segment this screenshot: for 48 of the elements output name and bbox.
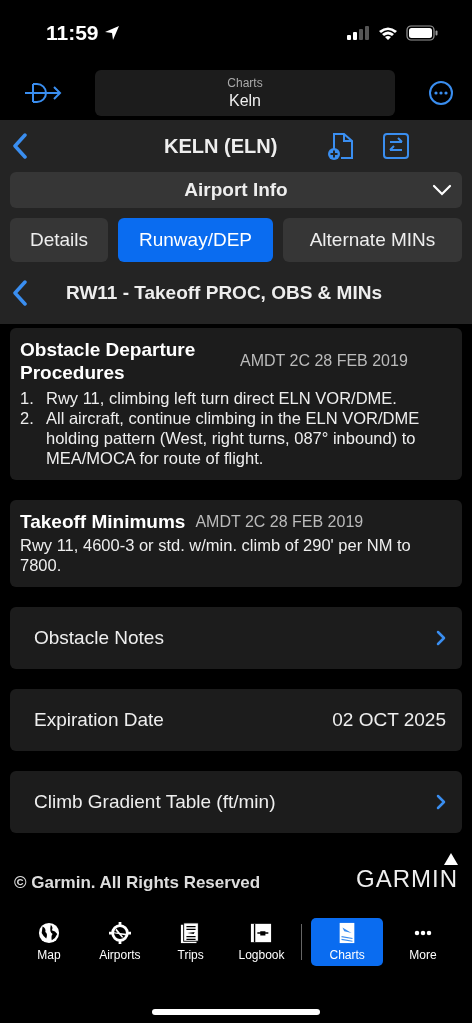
airport-title: KELN (ELN) [164, 134, 278, 158]
row-label: Obstacle Notes [34, 627, 164, 649]
garmin-logo: GARMIN [356, 853, 458, 893]
procedure-text: All aircraft, continue climbing in the ELN VOR/DME holding pattern (West, right turns, 087° inbound) to MEA/MOCA for route of flight. [46, 408, 421, 468]
chart-label: Charts [227, 76, 263, 90]
tab-bar-item[interactable]: Map [18, 918, 80, 966]
tab[interactable]: Details [10, 218, 108, 262]
chevron-right-icon [436, 630, 446, 646]
airport-icon [107, 922, 132, 944]
back-chevron-icon[interactable] [12, 280, 28, 306]
list-row[interactable]: Climb Gradient Table (ft/min) [10, 771, 462, 833]
card-title: Obstacle Departure Procedures [20, 338, 197, 384]
amendment-date: AMDT 2C 28 FEB 2019 [240, 352, 408, 370]
tab-bar-item[interactable]: Charts [311, 918, 384, 966]
row-value: 02 OCT 2025 [332, 709, 446, 731]
exit-arrow-icon[interactable] [24, 81, 62, 105]
section-title: RW11 - Takeoff PROC, OBS & MINs [66, 282, 382, 304]
triangle-icon [444, 853, 458, 865]
book-icon [249, 922, 274, 944]
tab-bar-item[interactable]: Airports [88, 918, 151, 966]
globe-icon [37, 922, 61, 944]
tab[interactable]: Runway/DEP [118, 218, 273, 262]
tab[interactable]: Alternate MINs [283, 218, 462, 262]
signal-icon [346, 26, 370, 40]
section-dropdown[interactable]: Airport Info [10, 172, 462, 208]
chart-name: Keln [229, 92, 261, 110]
tab-bar-item[interactable]: More [391, 918, 454, 966]
swap-arrows-icon[interactable] [383, 133, 410, 159]
copyright-text: © Garmin. All Rights Reserved [14, 873, 261, 893]
amendment-date: AMDT 2C 28 FEB 2019 [195, 512, 364, 531]
chevron-right-icon [436, 794, 446, 810]
list-row[interactable]: Obstacle Notes [10, 607, 462, 669]
procedure-text: Rwy 11, climbing left turn direct ELN VOR/DME. [46, 388, 398, 408]
row-label: Climb Gradient Table (ft/min) [34, 791, 276, 813]
back-chevron-icon[interactable] [12, 133, 28, 159]
chevron-down-icon [432, 184, 452, 196]
list-number: 2. [20, 408, 35, 429]
row-label: Expiration Date [34, 709, 164, 731]
minimums-text: Rwy 11, 4600-3 or std. w/min. climb of 290' per NM to 7800. [20, 535, 412, 575]
card-title: Takeoff Minimums [20, 510, 186, 533]
list-number: 1. [20, 388, 35, 408]
clock-time: 11:59 [46, 21, 99, 45]
tab-bar-item[interactable]: Logbook [230, 918, 293, 966]
wifi-icon [378, 25, 398, 41]
battery-icon [406, 25, 438, 41]
chart-selector[interactable]: Charts Keln [95, 70, 395, 116]
tab-bar-item[interactable]: Trips [159, 918, 222, 966]
more-options-icon[interactable] [428, 80, 454, 106]
